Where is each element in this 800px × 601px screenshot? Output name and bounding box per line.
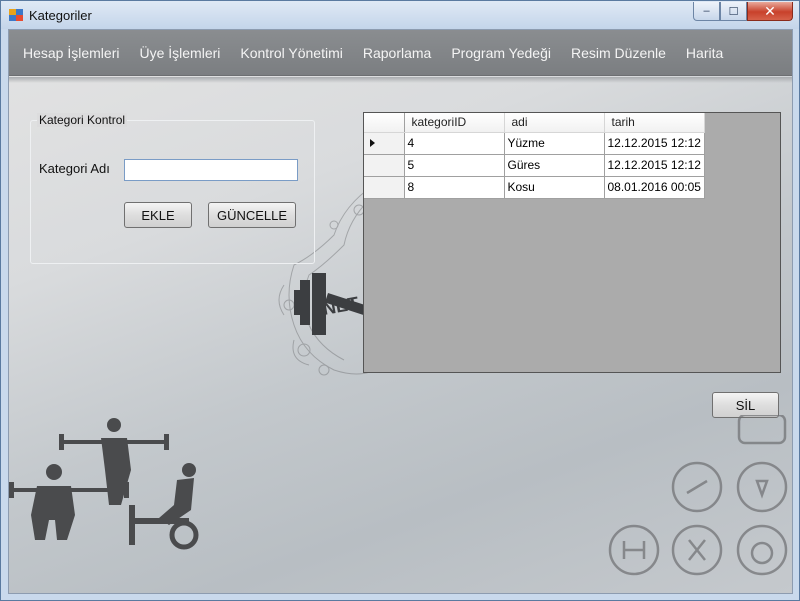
cell-tarih[interactable]: 12.12.2015 12:12 <box>604 154 705 177</box>
table-row[interactable]: 8 Kosu 08.01.2016 00:05 <box>364 176 705 199</box>
cell-kategoriid[interactable]: 8 <box>404 176 505 199</box>
kategori-adi-input[interactable] <box>124 159 298 181</box>
current-row-arrow-icon <box>370 139 375 147</box>
cell-kategoriid[interactable]: 4 <box>404 132 505 155</box>
grid-header-row: kategoriID adi tarih <box>364 113 705 133</box>
close-button[interactable]: ✕ <box>747 2 793 21</box>
athletes-silhouette-icon <box>9 418 199 550</box>
table-row[interactable]: 5 Güres 12.12.2015 12:12 <box>364 154 705 177</box>
cell-adi[interactable]: Yüzme <box>504 132 605 155</box>
kategori-table: kategoriID adi tarih 4 Yüzme 12.12.2015 … <box>364 113 705 199</box>
menu-bar: Hesap İşlemleri Üye İşlemleri Kontrol Yö… <box>9 30 792 76</box>
guncelle-button[interactable]: GÜNCELLE <box>208 202 296 228</box>
title-bar[interactable]: Kategoriler – ☐ ✕ <box>1 1 799 29</box>
timer-icon <box>736 524 788 576</box>
menu-item-uye-islemleri[interactable]: Üye İşlemleri <box>139 45 220 61</box>
window-title: Kategoriler <box>29 8 92 23</box>
kategori-grid[interactable]: kategoriID adi tarih 4 Yüzme 12.12.2015 … <box>363 112 781 373</box>
stopwatch-icon <box>736 461 788 513</box>
menu-item-harita[interactable]: Harita <box>686 45 723 61</box>
cell-tarih[interactable]: 08.01.2016 00:05 <box>604 176 705 199</box>
menu-shadow <box>9 77 792 83</box>
maximize-button[interactable]: ☐ <box>720 2 747 21</box>
caption-buttons: – ☐ ✕ <box>693 2 793 22</box>
menu-item-program-yedegi[interactable]: Program Yedeği <box>451 45 551 61</box>
ekle-button[interactable]: EKLE <box>124 202 192 228</box>
column-header-tarih[interactable]: tarih <box>604 113 705 133</box>
menu-item-resim-duzenle[interactable]: Resim Düzenle <box>571 45 666 61</box>
row-header-corner[interactable] <box>364 113 405 133</box>
kategori-adi-label: Kategori Adı <box>39 161 110 176</box>
cell-tarih[interactable]: 12.12.2015 12:12 <box>604 132 705 155</box>
cell-kategoriid[interactable]: 5 <box>404 154 505 177</box>
scale-icon <box>737 415 787 445</box>
client-area: Hesap İşlemleri Üye İşlemleri Kontrol Yö… <box>8 29 793 594</box>
row-header[interactable] <box>364 132 405 155</box>
minimize-button[interactable]: – <box>693 2 720 21</box>
menu-item-kontrol-yonetimi[interactable]: Kontrol Yönetimi <box>240 45 342 61</box>
column-header-kategoriid[interactable]: kategoriID <box>404 113 505 133</box>
app-icon <box>9 9 23 21</box>
group-title: Kategori Kontrol <box>37 113 128 127</box>
menu-item-hesap-islemleri[interactable]: Hesap İşlemleri <box>23 45 119 61</box>
kategori-kontrol-group: Kategori Kontrol Kategori Adı EKLE GÜNCE… <box>30 113 315 264</box>
cell-adi[interactable]: Kosu <box>504 176 605 199</box>
menu-item-raporlama[interactable]: Raporlama <box>363 45 431 61</box>
fitness-icons <box>608 415 788 576</box>
table-row[interactable]: 4 Yüzme 12.12.2015 12:12 <box>364 132 705 155</box>
row-header[interactable] <box>364 176 405 199</box>
cell-adi[interactable]: Güres <box>504 154 605 177</box>
column-header-adi[interactable]: adi <box>504 113 605 133</box>
app-window: Kategoriler – ☐ ✕ Hesap İşlemleri Üye İş… <box>0 0 800 601</box>
row-header[interactable] <box>364 154 405 177</box>
